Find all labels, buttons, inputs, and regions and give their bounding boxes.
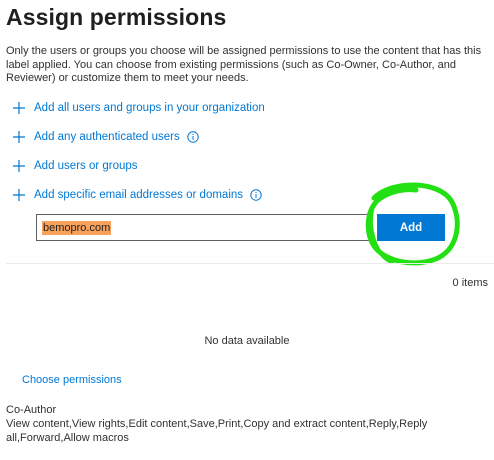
divider — [6, 263, 494, 264]
add-button[interactable]: Add — [377, 214, 445, 241]
plus-icon — [13, 131, 25, 143]
email-domain-input[interactable]: bemopro.com — [36, 214, 370, 241]
description-text: Only the users or groups you choose will… — [6, 45, 482, 84]
add-authenticated-users-link[interactable]: Add any authenticated users — [12, 128, 199, 146]
empty-state-text: No data available — [204, 335, 290, 347]
info-icon[interactable] — [250, 189, 262, 201]
email-domain-value: bemopro.com — [42, 220, 112, 235]
add-specific-emails-label: Add specific email addresses or domains — [34, 189, 244, 201]
add-all-users-label: Add all users and groups in your organiz… — [34, 102, 265, 114]
info-icon[interactable] — [187, 131, 199, 143]
items-count: 0 items — [452, 277, 488, 289]
plus-icon — [13, 160, 25, 172]
plus-icon — [13, 102, 25, 114]
add-users-or-groups-label: Add users or groups — [34, 160, 138, 172]
add-all-users-link[interactable]: Add all users and groups in your organiz… — [12, 99, 265, 117]
add-specific-emails-link[interactable]: Add specific email addresses or domains — [12, 186, 262, 204]
permission-name: Co-Author — [6, 404, 57, 416]
page-title: Assign permissions — [6, 4, 227, 30]
choose-permissions-link[interactable]: Choose permissions — [22, 374, 122, 386]
plus-icon — [13, 189, 25, 201]
add-authenticated-users-label: Add any authenticated users — [34, 131, 180, 143]
permission-rights: View content,View rights,Edit content,Sa… — [6, 418, 428, 444]
add-users-or-groups-link[interactable]: Add users or groups — [12, 157, 138, 175]
